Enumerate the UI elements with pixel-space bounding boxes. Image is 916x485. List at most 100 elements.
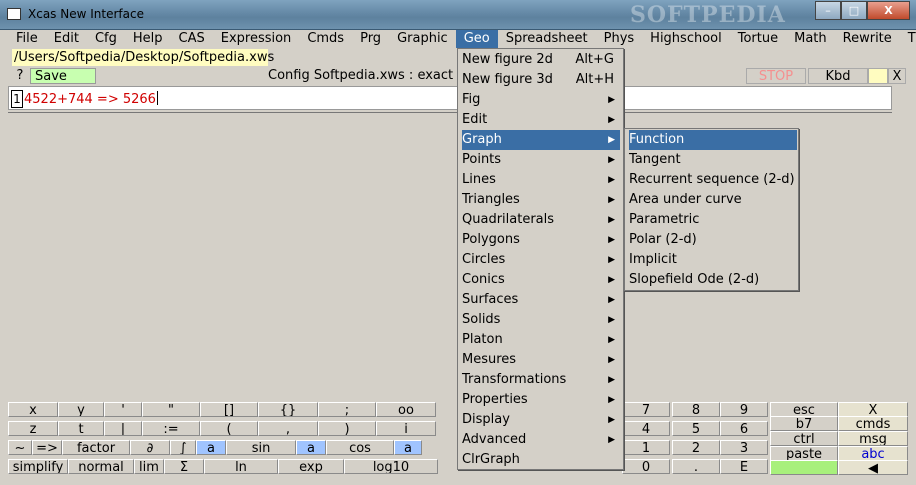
menu-geo[interactable]: Geo bbox=[455, 30, 498, 48]
key-row1-4[interactable]: [] bbox=[200, 402, 258, 417]
geo-menu-item-edit[interactable]: Edit ▶ bbox=[462, 110, 620, 130]
key-row2-5[interactable]: , bbox=[258, 421, 318, 436]
side-key-4-a[interactable] bbox=[770, 460, 838, 475]
key-row4-1[interactable]: normal bbox=[68, 459, 134, 474]
menu-tortue[interactable]: Tortue bbox=[730, 30, 786, 48]
menu-phys[interactable]: Phys bbox=[596, 30, 643, 48]
graph-menu-item-parametric[interactable]: Parametric bbox=[629, 210, 797, 230]
command-text[interactable]: 4522+744 => 5266 bbox=[24, 91, 158, 107]
menu-t[interactable]: T bbox=[900, 30, 916, 48]
geo-menu-item-quadrilaterals[interactable]: Quadrilaterals ▶ bbox=[462, 210, 620, 230]
side-key-1-a[interactable]: b7 bbox=[770, 416, 838, 431]
menu-cas[interactable]: CAS bbox=[171, 30, 213, 48]
numpad-key-8[interactable]: 8 bbox=[672, 402, 720, 417]
geo-menu-item-transformations[interactable]: Transformations ▶ bbox=[462, 370, 620, 390]
geo-menu-item-triangles[interactable]: Triangles ▶ bbox=[462, 190, 620, 210]
key-row3-8[interactable]: cos bbox=[326, 440, 394, 455]
graph-menu-item-area-under-curve[interactable]: Area under curve bbox=[629, 190, 797, 210]
graph-menu-item-tangent[interactable]: Tangent bbox=[629, 150, 797, 170]
key-row1-0[interactable]: x bbox=[8, 402, 58, 417]
side-key-4-b[interactable]: ◀ bbox=[838, 460, 908, 475]
key-row4-2[interactable]: lim bbox=[134, 459, 164, 474]
geo-menu-item-new-figure-3d[interactable]: New figure 3d Alt+H bbox=[462, 70, 620, 90]
geo-menu-item-circles[interactable]: Circles ▶ bbox=[462, 250, 620, 270]
geo-menu-item-lines[interactable]: Lines ▶ bbox=[462, 170, 620, 190]
menu-prg[interactable]: Prg bbox=[352, 30, 389, 48]
help-button[interactable]: ? bbox=[12, 68, 28, 84]
key-row2-7[interactable]: i bbox=[376, 421, 436, 436]
save-button[interactable]: Save bbox=[30, 68, 96, 84]
geo-menu-item-advanced[interactable]: Advanced ▶ bbox=[462, 430, 620, 450]
key-row1-2[interactable]: ' bbox=[104, 402, 142, 417]
key-row3-3[interactable]: ∂ bbox=[130, 440, 170, 455]
numpad-key-6[interactable]: 6 bbox=[720, 421, 768, 436]
key-row3-2[interactable]: factor bbox=[62, 440, 130, 455]
geo-menu-item-new-figure-2d[interactable]: New figure 2d Alt+G bbox=[462, 50, 620, 70]
key-row4-4[interactable]: ln bbox=[204, 459, 278, 474]
side-key-2-a[interactable]: ctrl bbox=[770, 431, 838, 446]
graph-menu-item-polar-2-d[interactable]: Polar (2-d) bbox=[629, 230, 797, 250]
geo-menu-item-graph[interactable]: Graph ▶ bbox=[462, 130, 620, 150]
numpad-key-.[interactable]: . bbox=[672, 459, 720, 474]
menu-file[interactable]: File bbox=[8, 30, 46, 48]
numpad-key-1[interactable]: 1 bbox=[622, 440, 670, 455]
geo-menu-item-polygons[interactable]: Polygons ▶ bbox=[462, 230, 620, 250]
numpad-key-0[interactable]: 0 bbox=[622, 459, 670, 474]
geo-menu-item-clrgraph[interactable]: ClrGraph bbox=[462, 450, 620, 470]
close-session-button[interactable]: X bbox=[888, 68, 906, 84]
key-row1-6[interactable]: ; bbox=[318, 402, 376, 417]
key-row4-0[interactable]: simplify bbox=[8, 459, 68, 474]
key-row1-3[interactable]: " bbox=[142, 402, 200, 417]
minimize-button[interactable]: – bbox=[815, 1, 841, 20]
geo-menu-item-display[interactable]: Display ▶ bbox=[462, 410, 620, 430]
kbd-button[interactable]: Kbd bbox=[808, 68, 868, 84]
menu-spreadsheet[interactable]: Spreadsheet bbox=[498, 30, 596, 48]
key-row3-6[interactable]: sin bbox=[226, 440, 296, 455]
maximize-button[interactable]: □ bbox=[841, 1, 867, 20]
menu-expression[interactable]: Expression bbox=[213, 30, 300, 48]
side-key-0-a[interactable]: esc bbox=[770, 402, 838, 417]
graph-menu-item-recurrent-sequence-2-d[interactable]: Recurrent sequence (2-d) bbox=[629, 170, 797, 190]
key-row3-0[interactable]: ~ bbox=[8, 440, 32, 455]
menu-math[interactable]: Math bbox=[786, 30, 835, 48]
key-row3-5[interactable]: a bbox=[196, 440, 226, 455]
key-row3-4[interactable]: ∫ bbox=[170, 440, 196, 455]
config-status[interactable]: Config Softpedia.xws : exact re bbox=[268, 68, 470, 84]
key-row3-9[interactable]: a bbox=[394, 440, 422, 455]
key-row4-6[interactable]: log10 bbox=[344, 459, 438, 474]
menu-graphic[interactable]: Graphic bbox=[389, 30, 456, 48]
geo-menu-item-platon[interactable]: Platon ▶ bbox=[462, 330, 620, 350]
numpad-key-2[interactable]: 2 bbox=[672, 440, 720, 455]
key-row2-0[interactable]: z bbox=[8, 421, 58, 436]
key-row3-1[interactable]: => bbox=[32, 440, 62, 455]
command-line[interactable]: 1 4522+744 => 5266 bbox=[8, 86, 892, 110]
key-row2-4[interactable]: ( bbox=[200, 421, 258, 436]
close-button[interactable]: X bbox=[867, 1, 910, 20]
key-row1-5[interactable]: {} bbox=[258, 402, 318, 417]
numpad-key-9[interactable]: 9 bbox=[720, 402, 768, 417]
stop-button[interactable]: STOP bbox=[746, 68, 806, 84]
key-row1-1[interactable]: y bbox=[58, 402, 104, 417]
graph-menu-item-slopefield-ode-2-d[interactable]: Slopefield Ode (2-d) bbox=[629, 270, 797, 290]
key-row3-7[interactable]: a bbox=[296, 440, 326, 455]
geo-menu-item-fig[interactable]: Fig ▶ bbox=[462, 90, 620, 110]
numpad-key-E[interactable]: E bbox=[720, 459, 768, 474]
numpad-key-4[interactable]: 4 bbox=[622, 421, 670, 436]
side-key-0-b[interactable]: X bbox=[838, 402, 908, 417]
menu-rewrite[interactable]: Rewrite bbox=[835, 30, 900, 48]
graph-menu-item-implicit[interactable]: Implicit bbox=[629, 250, 797, 270]
menu-help[interactable]: Help bbox=[125, 30, 171, 48]
graph-menu-item-function[interactable]: Function bbox=[629, 130, 797, 150]
key-row2-3[interactable]: := bbox=[142, 421, 200, 436]
key-row2-1[interactable]: t bbox=[58, 421, 104, 436]
geo-menu-item-conics[interactable]: Conics ▶ bbox=[462, 270, 620, 290]
menu-highschool[interactable]: Highschool bbox=[642, 30, 730, 48]
key-row4-5[interactable]: exp bbox=[278, 459, 344, 474]
key-row1-7[interactable]: oo bbox=[376, 402, 436, 417]
numpad-key-5[interactable]: 5 bbox=[672, 421, 720, 436]
geo-menu-item-surfaces[interactable]: Surfaces ▶ bbox=[462, 290, 620, 310]
geo-menu-item-mesures[interactable]: Mesures ▶ bbox=[462, 350, 620, 370]
key-row2-6[interactable]: ) bbox=[318, 421, 376, 436]
menu-cfg[interactable]: Cfg bbox=[87, 30, 125, 48]
numpad-key-7[interactable]: 7 bbox=[622, 402, 670, 417]
